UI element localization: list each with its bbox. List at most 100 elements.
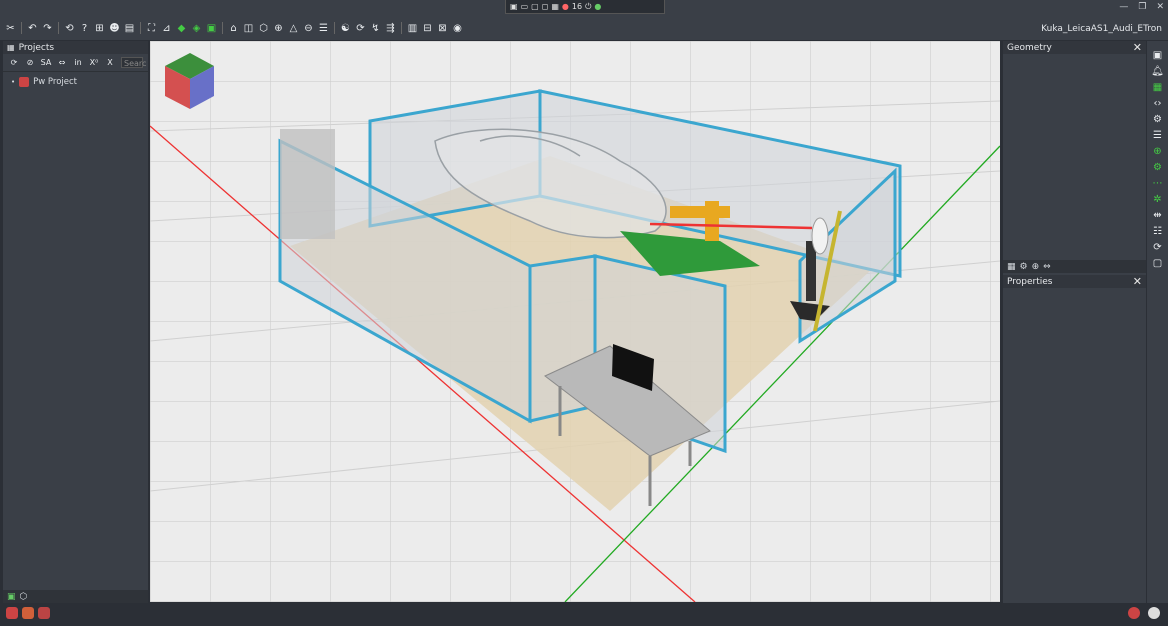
camera-icon[interactable]: ▭ bbox=[521, 2, 529, 11]
hierarchy-icon[interactable]: ⊞ bbox=[93, 22, 106, 35]
code-icon[interactable]: ‹› bbox=[1151, 97, 1164, 110]
properties-title: Properties bbox=[1007, 276, 1053, 287]
excel-button[interactable]: X bbox=[103, 56, 117, 69]
library-tab-icon[interactable]: ⬡ bbox=[20, 592, 28, 602]
bell-icon[interactable]: 🔔︎ bbox=[1151, 65, 1164, 78]
projects-panel: ▦ Projects ⟳ ⊘ SA ⇔ in X⁰ X Searc • Pw P… bbox=[3, 41, 148, 603]
projects-toolbar: ⟳ ⊘ SA ⇔ in X⁰ X Searc bbox=[3, 54, 148, 72]
properties-section: Properties ✕ bbox=[1003, 275, 1146, 288]
restore-icon[interactable]: ❐ bbox=[1138, 2, 1146, 12]
status-bar bbox=[0, 603, 1168, 626]
sphere-icon[interactable]: ⊕ bbox=[272, 22, 285, 35]
camera-icon[interactable]: ▢ bbox=[1151, 257, 1164, 270]
swap-icon[interactable]: ⇔ bbox=[55, 56, 69, 69]
projects-title: Projects bbox=[18, 42, 55, 53]
signal-icon[interactable]: ⇶ bbox=[384, 22, 397, 35]
list-icon[interactable]: ☷ bbox=[1151, 225, 1164, 238]
grid-icon[interactable]: ▦ bbox=[1007, 262, 1016, 272]
left-panel-footer: ▣ ⬡ bbox=[3, 590, 148, 603]
target-icon[interactable]: ⊕ bbox=[1151, 145, 1164, 158]
right-icon-strip: ▣ 🔔︎ ▦ ‹› ⚙ ☰ ⊕ ⚙ ⋯ ✲ ⇹ ☷ ⟳ ▢ bbox=[1147, 41, 1168, 603]
minimize-icon[interactable]: — bbox=[1119, 2, 1128, 12]
tools-icon[interactable]: ✂ bbox=[4, 22, 17, 35]
robot-icon[interactable]: ⚙ bbox=[1151, 161, 1164, 174]
project-icon bbox=[19, 77, 30, 87]
notification-icon[interactable] bbox=[1128, 607, 1140, 619]
settings-icon[interactable]: ⚙ bbox=[1151, 113, 1164, 126]
properties-header: Properties ✕ bbox=[1003, 275, 1146, 288]
visibility-icon[interactable]: ◉ bbox=[451, 22, 464, 35]
cylinder-icon[interactable]: ⬡ bbox=[257, 22, 270, 35]
link-icon[interactable]: ⊘ bbox=[23, 56, 37, 69]
paint-icon[interactable]: ⚙ bbox=[1020, 262, 1028, 272]
select-icon[interactable]: ◻ bbox=[542, 2, 549, 11]
signals-icon[interactable]: ⋯ bbox=[1151, 177, 1164, 190]
kinematics-icon[interactable]: ⟳ bbox=[354, 22, 367, 35]
project-search-input[interactable]: Searc bbox=[121, 57, 146, 68]
fit-view-icon[interactable]: ⛶ bbox=[145, 22, 158, 35]
x-button[interactable]: X⁰ bbox=[87, 56, 101, 69]
app-icon-3[interactable] bbox=[38, 607, 50, 619]
user-icon[interactable]: ☻ bbox=[108, 22, 121, 35]
close-properties-icon[interactable]: ✕ bbox=[1133, 275, 1142, 288]
sa-button[interactable]: SA bbox=[39, 56, 53, 69]
path-icon[interactable]: ↯ bbox=[369, 22, 382, 35]
scene-canvas bbox=[150, 41, 1000, 602]
align-icon[interactable]: ⊟ bbox=[421, 22, 434, 35]
frame-icon[interactable]: ▣ bbox=[205, 22, 218, 35]
viewport-status-bar: ▣ ▭ ▢ ◻ ▦ ● 16 ⏻ ● bbox=[505, 0, 665, 14]
sync-icon[interactable]: ⟳ bbox=[1151, 241, 1164, 254]
gear-green-icon[interactable]: ✲ bbox=[1151, 193, 1164, 206]
monitor-icon[interactable]: ▢ bbox=[531, 2, 539, 11]
geometry-toolbar: ▦ ⚙ ⊕ ⇔ bbox=[1003, 260, 1146, 273]
close-window-icon[interactable]: ✕ bbox=[1156, 2, 1164, 12]
copy-icon[interactable]: ◈ bbox=[190, 22, 203, 35]
move-icon[interactable]: ◆ bbox=[175, 22, 188, 35]
io-icon[interactable]: ⇹ bbox=[1151, 209, 1164, 222]
tree-bullet: • bbox=[11, 78, 16, 86]
ok-icon[interactable]: ● bbox=[594, 2, 601, 11]
record-icon[interactable]: ▣ bbox=[510, 2, 518, 11]
measure-icon[interactable]: ▥ bbox=[406, 22, 419, 35]
fps-value: 16 bbox=[571, 2, 583, 11]
power-icon[interactable]: ⏻ bbox=[585, 2, 591, 12]
3d-viewport[interactable] bbox=[150, 41, 1000, 602]
fps-badge: ● bbox=[561, 2, 569, 11]
tree-item-project[interactable]: • Pw Project bbox=[3, 72, 148, 87]
snap-icon[interactable]: ⊿ bbox=[160, 22, 173, 35]
account-icon[interactable] bbox=[1148, 607, 1160, 619]
app-icon-2[interactable] bbox=[22, 607, 34, 619]
folder-icon[interactable]: ▣ bbox=[1151, 49, 1164, 62]
in-button[interactable]: in bbox=[71, 56, 85, 69]
main-toolbar: ✂ ↶ ↷ ⟲ ? ⊞ ☻ ▤ ⛶ ⊿ ◆ ◈ ▣ ⌂ ◫ ⬡ ⊕ △ ⊖ ☰ … bbox=[4, 20, 464, 36]
disc-icon[interactable]: ⊖ bbox=[302, 22, 315, 35]
app-icon-1[interactable] bbox=[6, 607, 18, 619]
window-controls: — ❐ ✕ bbox=[1119, 2, 1164, 12]
target-icon[interactable]: ⊕ bbox=[1032, 262, 1040, 272]
geometry-panel: Geometry ✕ ▦ ⚙ ⊕ ⇔ Properties ✕ bbox=[1003, 41, 1146, 603]
cone-icon[interactable]: △ bbox=[287, 22, 300, 35]
undo-icon[interactable]: ↶ bbox=[26, 22, 39, 35]
help-icon[interactable]: ? bbox=[78, 22, 91, 35]
redo-icon[interactable]: ↷ bbox=[41, 22, 54, 35]
tree-item-label: Pw Project bbox=[33, 77, 78, 87]
grid-icon: ▦ bbox=[7, 43, 15, 52]
geometry-header: Geometry ✕ bbox=[1003, 41, 1146, 54]
close-geometry-icon[interactable]: ✕ bbox=[1133, 41, 1142, 54]
grid-icon[interactable]: ▦ bbox=[551, 2, 559, 11]
database-icon[interactable]: ☰ bbox=[1151, 129, 1164, 142]
cube-icon[interactable]: ◫ bbox=[242, 22, 255, 35]
layer-icon[interactable]: ☰ bbox=[317, 22, 330, 35]
distribute-icon[interactable]: ⊠ bbox=[436, 22, 449, 35]
box-icon[interactable]: ⌂ bbox=[227, 22, 240, 35]
document-title: Kuka_LeicaAS1_Audi_ETron bbox=[1041, 24, 1162, 34]
link-icon[interactable]: ⇔ bbox=[1043, 262, 1051, 272]
projects-header: ▦ Projects bbox=[3, 41, 148, 54]
sync-icon[interactable]: ⟳ bbox=[7, 56, 21, 69]
grid-view-icon[interactable]: ▦ bbox=[1151, 81, 1164, 94]
history-icon[interactable]: ⟲ bbox=[63, 22, 76, 35]
top-toolbar-area: ▣ ▭ ▢ ◻ ▦ ● 16 ⏻ ● — ❐ ✕ Kuka_LeicaAS1_A… bbox=[0, 0, 1168, 40]
projects-tab-icon[interactable]: ▣ bbox=[7, 592, 16, 602]
save-icon[interactable]: ▤ bbox=[123, 22, 136, 35]
collision-icon[interactable]: ☯ bbox=[339, 22, 352, 35]
